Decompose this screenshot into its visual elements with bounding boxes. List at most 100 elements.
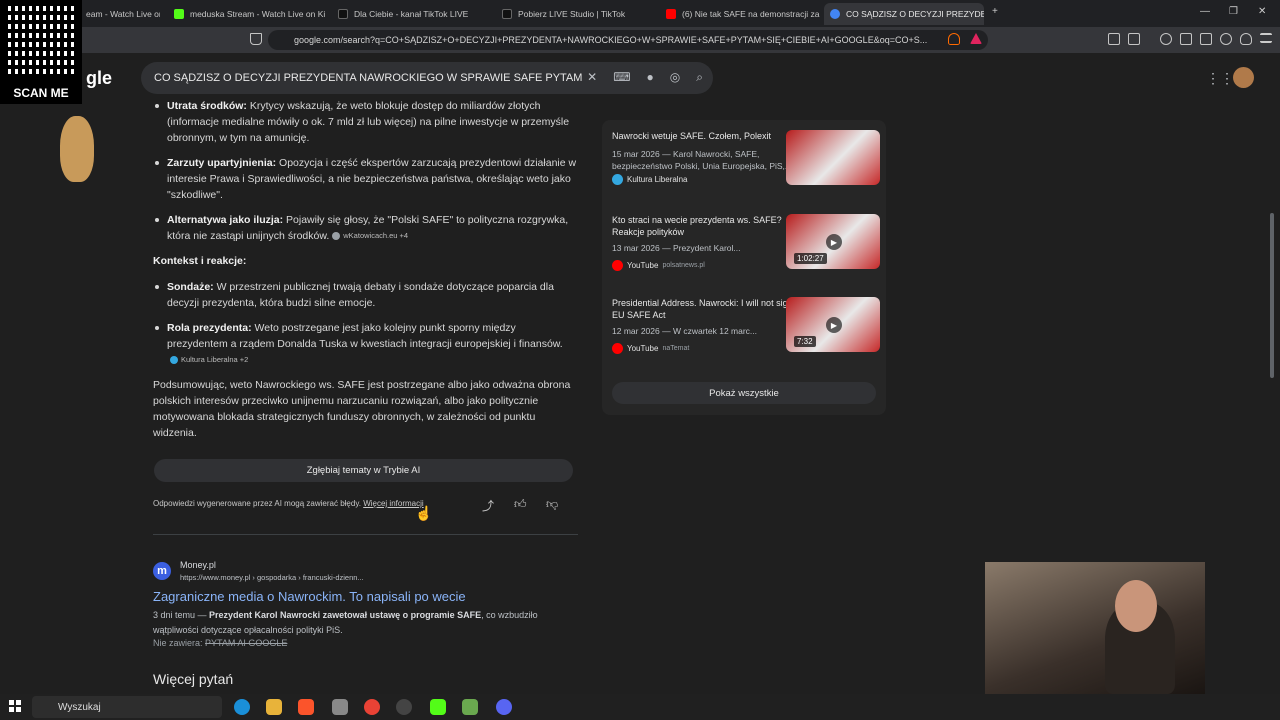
windows-taskbar: Wyszukaj xyxy=(0,694,1280,720)
show-all-button[interactable]: Pokaż wszystkie xyxy=(612,382,876,404)
divider xyxy=(153,534,578,535)
address-bar-row: google.com/search?q=CO+SĄDZISZ+O+DECYZJI… xyxy=(0,27,1280,53)
search-input[interactable]: CO SĄDZISZ O DECYZJI PREZYDENTA NAWROCKI… xyxy=(141,62,713,94)
list-item: Sondaże: W przestrzeni publicznej trwają… xyxy=(153,279,578,311)
money-pl-icon: m xyxy=(153,562,171,580)
source-icon xyxy=(170,356,178,365)
hamster-sticker xyxy=(60,116,94,182)
result-site: Money.pl xyxy=(180,560,216,570)
section-heading: Kontekst i reakcje: xyxy=(153,255,247,268)
video-desc: 12 mar 2026 — W czwartek 12 marc... xyxy=(612,326,758,336)
thumbs-down-icon[interactable]: 👎︎ xyxy=(546,497,558,512)
ai-mode-button[interactable]: Zgłębiaj tematy w Trybie AI xyxy=(154,459,573,482)
new-tab-icon[interactable]: + xyxy=(992,6,998,17)
ai-disclaimer: Odpowiedzi wygenerowane przez AI mogą za… xyxy=(153,499,424,508)
browser-tab-bar: eam - Watch Live on meduska Stream - Wat… xyxy=(0,0,1280,27)
result-title-link[interactable]: Zagraniczne media o Nawrockim. To napisa… xyxy=(153,589,466,604)
tab-kick-1[interactable]: eam - Watch Live on xyxy=(80,3,160,25)
brave-shield-icon[interactable] xyxy=(948,33,960,45)
scrollbar[interactable] xyxy=(1270,213,1274,378)
extensions-icon[interactable] xyxy=(1108,33,1120,45)
missing-terms: Nie zawiera: PYTAM AI GOOGLE xyxy=(153,638,288,648)
thumbs-up-icon[interactable]: 👍︎ xyxy=(514,497,527,512)
mouse-cursor-icon: ☝ xyxy=(415,505,433,521)
source-icon xyxy=(332,232,341,241)
video-desc: 13 mar 2026 — Prezydent Karol... xyxy=(612,243,741,253)
video-card[interactable]: Kto straci na wecie prezydenta ws. SAFE?… xyxy=(612,214,880,274)
video-duration: 1:02:27 xyxy=(794,253,827,264)
video-thumbnail: ▶ 1:02:27 xyxy=(786,214,880,269)
vpn-icon[interactable] xyxy=(1240,33,1252,45)
tab-tiktok-1[interactable]: Dla Ciebie - kanał TikTok LIVE xyxy=(332,3,492,25)
screenshot-icon[interactable] xyxy=(1128,33,1140,45)
obs-icon[interactable] xyxy=(396,699,412,715)
qr-code-overlay: SCAN ME xyxy=(0,0,82,104)
menu-icon[interactable] xyxy=(1260,33,1272,43)
avatar[interactable] xyxy=(1233,67,1254,88)
minimize-icon[interactable]: — xyxy=(1200,6,1210,17)
tiktok-icon xyxy=(338,9,348,19)
youtube-icon xyxy=(612,343,623,354)
brave-icon[interactable] xyxy=(298,699,314,715)
close-window-icon[interactable]: ✕ xyxy=(1258,6,1266,17)
video-title: Nawrocki wetuje SAFE. Czołem, Polexit xyxy=(612,131,772,141)
taskbar-search[interactable]: Wyszukaj xyxy=(32,696,222,718)
sidebar-icon[interactable] xyxy=(1180,33,1192,45)
apps-grid-icon[interactable]: ⋮⋮ xyxy=(1206,70,1234,87)
video-source: YouTube naTemat xyxy=(612,343,689,354)
video-source: YouTube polsatnews.pl xyxy=(612,260,705,271)
ai-bullets-1: Utrata środków: Krytycy wskazują, że wet… xyxy=(153,98,578,244)
qr-code-icon xyxy=(4,4,78,78)
youtube-icon xyxy=(666,9,676,19)
google-logo-partial: gle xyxy=(86,68,113,88)
result-url[interactable]: https://www.money.pl › gospodarka › fran… xyxy=(180,573,364,582)
video-title: Kto straci na wecie prezydenta ws. SAFE?… xyxy=(612,215,782,237)
clear-icon[interactable]: ✕ xyxy=(587,70,597,85)
chrome-icon[interactable] xyxy=(364,699,380,715)
list-item: Utrata środków: Krytycy wskazują, że wet… xyxy=(153,98,578,146)
share-icon[interactable]: ⤴ xyxy=(482,497,494,514)
microphone-icon[interactable]: ● xyxy=(647,70,654,85)
video-desc: 15 mar 2026 — Karol Nawrocki, SAFE, bezp… xyxy=(612,149,793,171)
file-explorer-icon[interactable] xyxy=(266,699,282,715)
tab-tiktok-2[interactable]: Pobierz LIVE Studio | TikTok xyxy=(496,3,656,25)
ai-summary: Podsumowując, weto Nawrockiego ws. SAFE … xyxy=(153,379,571,440)
wallet-icon[interactable] xyxy=(1200,33,1212,45)
scan-me-label: SCAN ME xyxy=(13,86,69,100)
windows-start-icon[interactable] xyxy=(9,700,21,712)
search-icon[interactable]: ⌕ xyxy=(696,70,703,85)
bookmark-icon[interactable] xyxy=(250,33,262,45)
tiktok-icon xyxy=(502,9,512,19)
edge-icon[interactable] xyxy=(234,699,250,715)
video-title: Presidential Address. Nawrocki: I will n… xyxy=(612,298,808,320)
tab-youtube[interactable]: (6) Nie tak SAFE na demonstracji za xyxy=(660,3,820,25)
app-icon[interactable] xyxy=(332,699,348,715)
webcam-overlay xyxy=(985,562,1205,694)
kick-app-icon[interactable] xyxy=(430,699,446,715)
google-icon xyxy=(830,9,840,19)
lens-icon[interactable]: ◎ xyxy=(670,70,680,85)
source-chip[interactable]: wKatowicach.eu +4 xyxy=(332,228,408,244)
more-questions-heading: Więcej pytań xyxy=(153,671,234,687)
video-source: Kultura Liberalna xyxy=(612,174,691,185)
search-actions: ✕ ⌨ ● ◎ ⌕ xyxy=(587,70,703,85)
list-item: Alternatywa jako iluzja: Pojawiły się gł… xyxy=(153,212,578,244)
media-icon[interactable] xyxy=(1160,33,1172,45)
source-chip[interactable]: Kultura Liberalna +2 xyxy=(170,352,248,368)
tab-google-active[interactable]: CO SĄDZISZ O DECYZJI PREZYDE✕ xyxy=(824,3,984,25)
restore-icon[interactable]: ❐ xyxy=(1229,6,1238,17)
discord-icon[interactable] xyxy=(496,699,512,715)
kick-icon xyxy=(174,9,184,19)
video-card[interactable]: Presidential Address. Nawrocki: I will n… xyxy=(612,297,880,357)
leo-ai-icon[interactable] xyxy=(1220,33,1232,45)
url-field[interactable]: google.com/search?q=CO+SĄDZISZ+O+DECYZJI… xyxy=(268,30,988,50)
list-item: Zarzuty upartyjnienia: Opozycja i część … xyxy=(153,155,578,203)
video-card[interactable]: Nawrocki wetuje SAFE. Czołem, Polexit 15… xyxy=(612,130,880,190)
play-icon: ▶ xyxy=(826,234,842,250)
keyboard-icon[interactable]: ⌨ xyxy=(613,70,630,85)
tab-kick-2[interactable]: meduska Stream - Watch Live on Ki xyxy=(168,3,326,25)
streamer-head xyxy=(1115,580,1157,632)
brave-rewards-icon[interactable] xyxy=(970,33,982,44)
app-icon[interactable] xyxy=(462,699,478,715)
result-snippet: 3 dni temu — Prezydent Karol Nawrocki za… xyxy=(153,610,538,635)
